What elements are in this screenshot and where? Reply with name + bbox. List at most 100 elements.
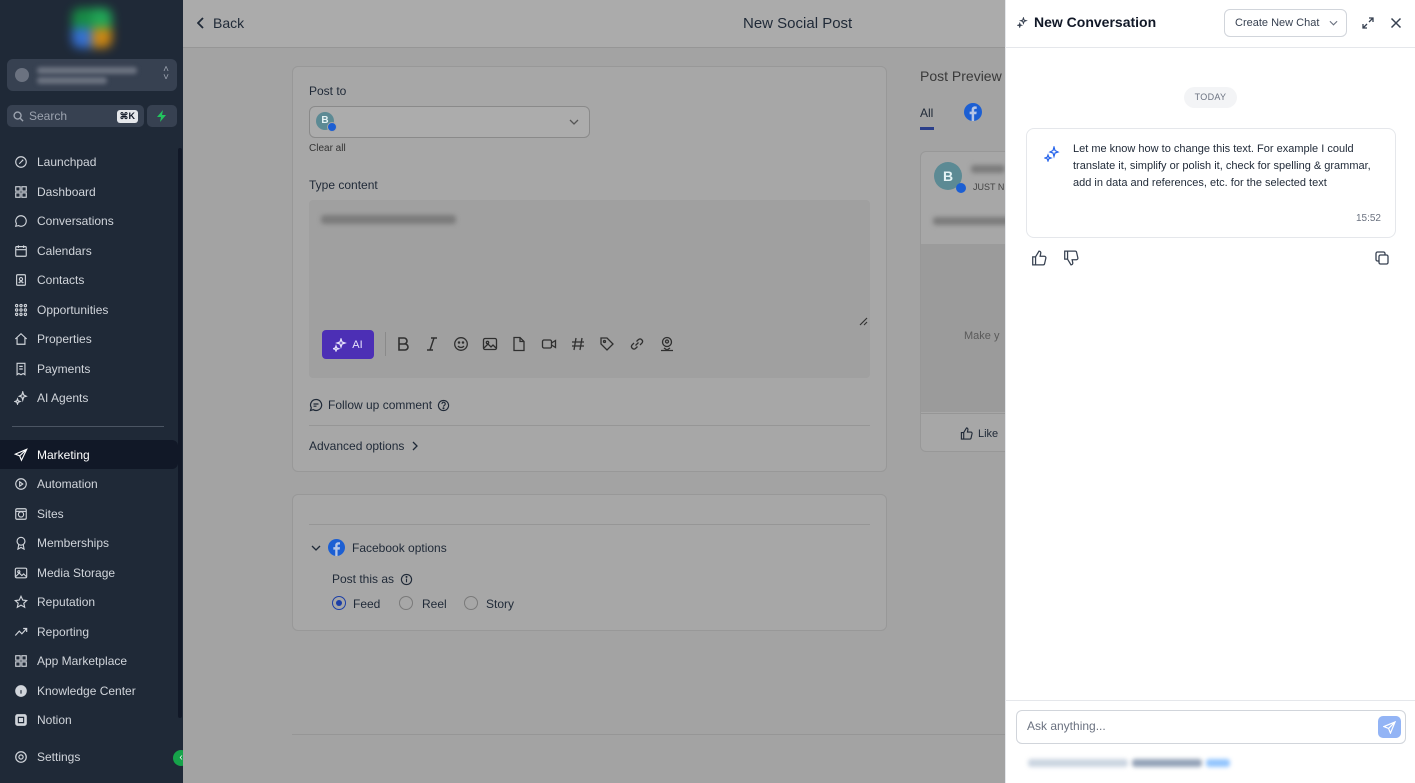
- radio-feed[interactable]: [332, 596, 346, 610]
- chat-input[interactable]: [1027, 719, 1357, 733]
- help-circle-icon[interactable]: [437, 399, 450, 412]
- advanced-options-toggle[interactable]: Advanced options: [309, 439, 419, 453]
- italic-icon[interactable]: [424, 336, 440, 352]
- emoji-icon[interactable]: [453, 336, 469, 352]
- preview-text-blurred: [933, 217, 1013, 225]
- comment-icon: [309, 398, 323, 412]
- sidebar-item-conversations[interactable]: Conversations: [0, 206, 178, 235]
- sparkle-icon: [333, 337, 348, 352]
- sidebar-item-sites[interactable]: Sites: [0, 499, 178, 528]
- sidebar-item-notion[interactable]: Notion: [0, 705, 178, 734]
- facebook-badge-icon: [327, 122, 337, 132]
- toolbar-divider: [385, 332, 386, 356]
- sidebar-item-properties[interactable]: Properties: [0, 324, 178, 353]
- company-logo: [72, 8, 112, 48]
- sidebar-item-label: Automation: [37, 476, 98, 491]
- assistant-message: Let me know how to change this text. For…: [1026, 128, 1396, 238]
- sidebar-item-label: Calendars: [37, 243, 92, 258]
- location-person-icon[interactable]: [659, 336, 675, 352]
- facebook-options-toggle[interactable]: Facebook options: [311, 539, 447, 556]
- footer-link-blurred[interactable]: [1206, 759, 1230, 767]
- account-switcher[interactable]: ˄ ˅: [7, 59, 177, 91]
- account-name-blurred: [37, 67, 137, 74]
- info-icon: [15, 684, 27, 697]
- ai-chat-panel: New Conversation Create New Chat TODAY L…: [1005, 0, 1415, 783]
- search-shortcut: ⌘K: [116, 109, 138, 123]
- follow-up-comment-toggle[interactable]: Follow up comment: [309, 398, 450, 412]
- thumbs-down-icon[interactable]: [1063, 250, 1079, 266]
- chat-input-box: [1016, 710, 1406, 744]
- option-feed-label: Feed: [353, 597, 381, 611]
- create-new-chat-dropdown[interactable]: Create New Chat: [1224, 9, 1347, 37]
- account-location-blurred: [37, 77, 107, 84]
- sidebar-item-label: AI Agents: [37, 390, 89, 405]
- info-icon[interactable]: [400, 573, 413, 586]
- preview-tab-all[interactable]: All: [920, 106, 933, 120]
- facebook-options-label: Facebook options: [352, 540, 447, 555]
- chevron-down-icon: [569, 119, 579, 125]
- sidebar-item-calendars[interactable]: Calendars: [0, 236, 178, 265]
- follow-up-label: Follow up comment: [328, 398, 433, 412]
- sidebar-item-label: Launchpad: [37, 154, 97, 169]
- post-to-select[interactable]: B: [309, 106, 590, 138]
- sidebar-item-reporting[interactable]: Reporting: [0, 617, 178, 646]
- send-button[interactable]: [1378, 716, 1401, 738]
- radio-reel[interactable]: [399, 596, 413, 610]
- sidebar-search[interactable]: Search ⌘K: [7, 105, 144, 127]
- content-editor[interactable]: [309, 200, 870, 378]
- preview-time: JUST N: [973, 182, 1005, 192]
- sidebar-item-opportunities[interactable]: Opportunities: [0, 295, 178, 324]
- chevron-updown-icon: ˄ ˅: [163, 64, 169, 83]
- sidebar-item-label: Marketing: [37, 447, 90, 462]
- advanced-options-label: Advanced options: [309, 439, 405, 453]
- hashtag-icon[interactable]: [570, 336, 586, 352]
- sidebar-item-dashboard[interactable]: Dashboard: [0, 177, 178, 206]
- message-timestamp: 15:52: [1355, 213, 1381, 224]
- expand-icon[interactable]: [1362, 17, 1374, 29]
- active-tab-indicator: [920, 127, 934, 130]
- sidebar-item-contacts[interactable]: Contacts: [0, 265, 178, 294]
- sidebar-item-memberships[interactable]: Memberships: [0, 528, 178, 557]
- quick-action-button[interactable]: [147, 105, 177, 127]
- thumbs-up-icon[interactable]: [1031, 250, 1047, 266]
- copy-icon[interactable]: [1374, 250, 1390, 266]
- chat-icon: [14, 214, 27, 227]
- link-icon[interactable]: [629, 336, 645, 352]
- close-icon[interactable]: [1390, 17, 1402, 29]
- calendar-icon: [15, 244, 27, 257]
- sidebar-divider: [12, 426, 164, 427]
- clear-all-link[interactable]: Clear all: [309, 143, 346, 154]
- preview-like-label: Like: [978, 427, 999, 440]
- video-icon[interactable]: [541, 336, 557, 352]
- radio-story[interactable]: [464, 596, 478, 610]
- resize-handle-icon[interactable]: [858, 316, 868, 326]
- tag-icon[interactable]: [599, 336, 615, 352]
- sidebar-item-settings[interactable]: Settings: [0, 742, 178, 771]
- sidebar-item-ai-agents[interactable]: AI Agents: [0, 383, 178, 412]
- sidebar-item-media-storage[interactable]: Media Storage: [0, 558, 178, 587]
- ai-assist-button[interactable]: AI: [322, 330, 374, 359]
- facebook-tab-icon[interactable]: [964, 103, 982, 121]
- bold-icon[interactable]: [395, 336, 411, 352]
- funnel-icon: [14, 303, 28, 316]
- sidebar-item-automation[interactable]: Automation: [0, 469, 178, 498]
- sidebar-item-label: Memberships: [37, 535, 110, 550]
- image-icon[interactable]: [482, 336, 498, 352]
- facebook-badge-icon: [956, 183, 966, 193]
- back-button[interactable]: Back: [197, 15, 244, 31]
- sidebar-item-marketing[interactable]: Marketing: [0, 440, 178, 469]
- account-avatar: [15, 68, 29, 82]
- sidebar-scrollbar[interactable]: [178, 148, 182, 718]
- sidebar-item-knowledge-center[interactable]: Knowledge Center: [0, 676, 178, 705]
- sidebar-item-launchpad[interactable]: Launchpad: [0, 147, 178, 176]
- ai-label: AI: [352, 338, 363, 351]
- sidebar-item-payments[interactable]: Payments: [0, 354, 178, 383]
- sidebar-item-reputation[interactable]: Reputation: [0, 587, 178, 616]
- grid-icon: [15, 185, 27, 198]
- section-divider: [309, 425, 870, 426]
- send-icon: [1383, 720, 1396, 734]
- footer-text-blurred: [1132, 759, 1202, 767]
- trend-icon: [14, 627, 28, 636]
- sidebar-item-app-marketplace[interactable]: App Marketplace: [0, 646, 178, 675]
- document-icon[interactable]: [511, 336, 527, 352]
